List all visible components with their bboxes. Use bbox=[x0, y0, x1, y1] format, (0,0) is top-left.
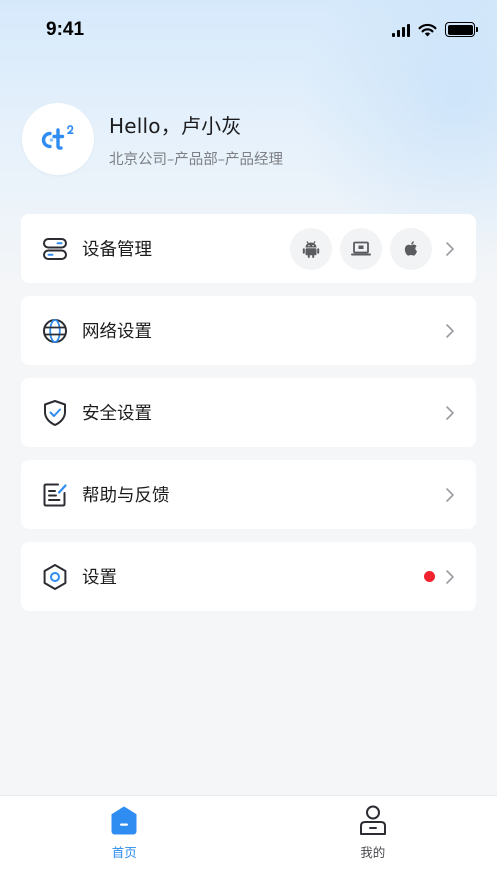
user-department: 北京公司–产品部–产品经理 bbox=[109, 151, 283, 168]
status-icons bbox=[392, 22, 478, 37]
platform-android[interactable] bbox=[290, 227, 332, 270]
chevron-right-icon bbox=[444, 322, 456, 340]
menu-item-device-manage[interactable]: 设备管理 bbox=[21, 214, 476, 283]
avatar[interactable] bbox=[22, 103, 94, 175]
menu-item-label: 设置 bbox=[82, 568, 117, 588]
tab-home[interactable]: 首页 bbox=[0, 796, 249, 883]
device-manage-icon bbox=[41, 235, 69, 263]
company-logo-icon bbox=[41, 125, 74, 150]
menu-list: 设备管理 网络设置 安全设置 帮助与反馈 设置 bbox=[21, 214, 476, 624]
tab-label: 我的 bbox=[360, 845, 386, 860]
status-bar: 9:41 bbox=[0, 0, 497, 60]
menu-item-security-settings[interactable]: 安全设置 bbox=[21, 378, 476, 447]
menu-item-label: 安全设置 bbox=[82, 404, 152, 424]
platform-desktop[interactable] bbox=[340, 227, 382, 270]
profile-text: Hello，卢小灰 北京公司–产品部–产品经理 bbox=[109, 110, 283, 169]
menu-item-network-settings[interactable]: 网络设置 bbox=[21, 296, 476, 365]
platform-list bbox=[290, 227, 432, 270]
android-icon bbox=[302, 240, 320, 258]
menu-item-settings[interactable]: 设置 bbox=[21, 542, 476, 611]
chevron-right-icon bbox=[444, 404, 456, 422]
chevron-right-icon bbox=[444, 486, 456, 504]
profile-header[interactable]: Hello，卢小灰 北京公司–产品部–产品经理 bbox=[22, 103, 283, 175]
notification-dot bbox=[424, 571, 435, 582]
chevron-right-icon bbox=[444, 568, 456, 586]
greeting-text: Hello，卢小灰 bbox=[109, 113, 242, 138]
tab-mine[interactable]: 我的 bbox=[249, 796, 497, 883]
menu-item-label: 设备管理 bbox=[82, 240, 152, 260]
chevron-right-icon bbox=[444, 240, 456, 258]
menu-item-label: 帮助与反馈 bbox=[82, 486, 170, 506]
bottom-tab-bar: 首页 我的 bbox=[0, 795, 497, 883]
menu-item-label: 网络设置 bbox=[82, 322, 152, 342]
menu-item-help-feedback[interactable]: 帮助与反馈 bbox=[21, 460, 476, 529]
status-time: 9:41 bbox=[46, 19, 85, 40]
cellular-signal-icon bbox=[392, 23, 410, 37]
globe-icon bbox=[41, 317, 69, 345]
user-icon bbox=[357, 804, 389, 838]
shield-check-icon bbox=[41, 399, 69, 427]
apple-icon bbox=[404, 240, 417, 256]
desktop-icon bbox=[351, 241, 371, 255]
home-icon bbox=[108, 804, 140, 838]
tab-label: 首页 bbox=[111, 845, 137, 860]
feedback-edit-icon bbox=[41, 481, 69, 509]
hexagon-settings-icon bbox=[41, 563, 69, 591]
platform-apple[interactable] bbox=[390, 227, 432, 270]
battery-icon bbox=[445, 22, 478, 37]
wifi-icon bbox=[418, 23, 437, 36]
